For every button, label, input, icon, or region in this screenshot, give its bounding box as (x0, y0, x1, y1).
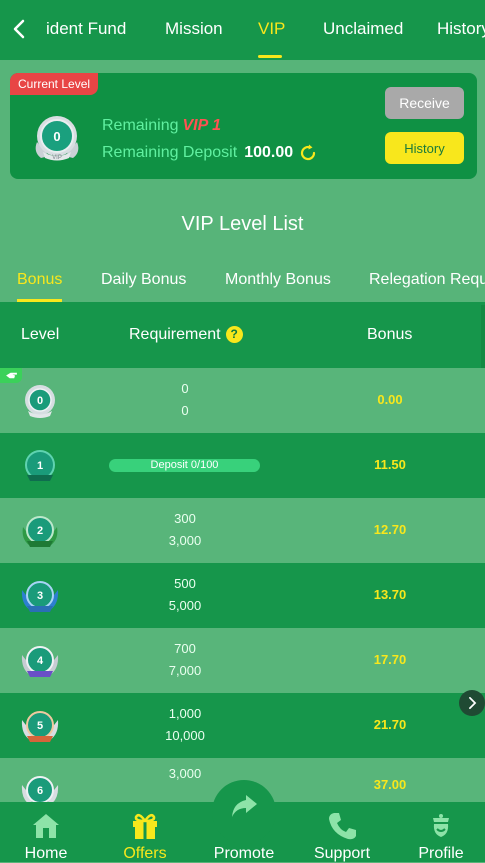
deposit-progress-bar: Deposit 0/100 (109, 459, 260, 472)
vip-level-table: 0 00 0.00 1 Deposit 0/100 11.50 2 300 3,0… (0, 368, 485, 803)
gift-icon (133, 813, 157, 839)
requirement-cell: 700 7,000 (168, 641, 202, 678)
chevron-left-icon (13, 19, 25, 39)
nav-support[interactable]: Support (302, 802, 382, 862)
remaining-deposit-label: Remaining Deposit (102, 144, 238, 161)
remaining-deposit-value: 100.00 (244, 144, 294, 161)
svg-text:6: 6 (37, 785, 43, 797)
table-row: 2 300 3,000 12.70 (0, 498, 485, 563)
subtab-bonus[interactable]: Bonus (17, 271, 62, 289)
bonus-cell: 12.70 (373, 522, 407, 537)
table-row: 1 Deposit 0/100 11.50 (0, 433, 485, 498)
nav-support-label: Support (313, 845, 371, 862)
back-button[interactable] (8, 14, 30, 44)
svg-text:1: 1 (37, 460, 43, 472)
tab-vip[interactable]: VIP (258, 19, 285, 39)
svg-text:3: 3 (37, 590, 43, 602)
svg-text:0: 0 (53, 129, 60, 144)
bonus-cell: 0.00 (377, 392, 403, 407)
vip-6-medal-icon: 6 (21, 776, 59, 803)
history-button[interactable]: History (385, 132, 464, 164)
nav-home[interactable]: Home (6, 802, 86, 862)
svg-text:2: 2 (37, 525, 43, 537)
vip-0-medal-icon: 0 (25, 385, 55, 418)
bonus-cell: 13.70 (373, 587, 407, 602)
active-tab-underline (258, 55, 282, 58)
current-level-hand-icon (0, 368, 22, 383)
nav-profile-label: Profile (418, 845, 464, 862)
nav-profile[interactable]: Profile (401, 802, 481, 862)
tab-provident-fund[interactable]: ident Fund (46, 19, 126, 39)
top-tabs: ident Fund Mission VIP Unclaimed History (40, 0, 485, 60)
nav-offers-label: Offers (123, 845, 167, 862)
profile-icon (433, 814, 449, 837)
requirement-cell: 3,000 (168, 766, 202, 781)
remaining-deposit-line: Remaining Deposit 100.00 (102, 143, 318, 163)
table-row: 0 00 0.00 (0, 368, 485, 433)
col-level-header: Level (21, 326, 60, 343)
requirement-cell: 300 3,000 (168, 511, 202, 548)
bonus-cell: 11.50 (374, 457, 406, 472)
receive-button[interactable]: Receive (385, 87, 464, 119)
vip-3-medal-icon: 3 (21, 581, 59, 612)
current-level-card: Current Level 0 VIP Remaining VIP 1 Remai… (10, 73, 477, 179)
top-tab-bar: ident Fund Mission VIP Unclaimed History (0, 0, 485, 60)
phone-icon (329, 813, 356, 840)
nav-offers[interactable]: Offers (105, 802, 185, 862)
tab-history[interactable]: History (437, 19, 485, 39)
subtab-daily-bonus[interactable]: Daily Bonus (101, 271, 186, 289)
requirement-cell: 500 5,000 (168, 576, 202, 613)
svg-text:VIP: VIP (52, 155, 62, 161)
vip-5-medal-icon: 5 (21, 711, 59, 742)
refresh-icon[interactable] (298, 143, 318, 163)
vip-2-medal-icon: 2 (22, 516, 58, 547)
vip-1-medal-icon: 1 (25, 450, 55, 481)
nav-promote[interactable]: Promote (204, 795, 284, 862)
col-requirement-header: Requirement? (129, 326, 243, 344)
table-row: 3 500 5,000 13.70 (0, 563, 485, 628)
table-row: 5 1,000 10,000 21.70 (0, 693, 485, 758)
chevron-right-icon (468, 697, 476, 709)
svg-text:0: 0 (37, 395, 43, 407)
remaining-label: Remaining (102, 117, 179, 134)
vip-4-medal-icon: 4 (21, 646, 59, 677)
remaining-vip-value: VIP 1 (182, 117, 222, 134)
tab-unclaimed[interactable]: Unclaimed (323, 19, 403, 39)
requirement-cell: 00 (181, 381, 189, 418)
vip-0-medal-icon: 0 VIP (35, 116, 79, 161)
vip-level-list-title: VIP Level List (181, 213, 304, 235)
bonus-sub-tabs: Bonus Daily Bonus Monthly Bonus Relegati… (0, 268, 485, 302)
nav-promote-label: Promote (213, 845, 275, 862)
col-bonus-header: Bonus (367, 326, 413, 343)
subtab-relegation-requirement[interactable]: Relegation Requ (369, 271, 485, 289)
current-level-badge: Current Level (10, 73, 99, 95)
tab-mission[interactable]: Mission (165, 19, 223, 39)
svg-text:5: 5 (37, 720, 43, 732)
help-icon[interactable]: ? (225, 326, 243, 344)
bonus-cell: 17.70 (373, 652, 407, 667)
share-arrow-icon (232, 795, 257, 817)
table-row: 4 700 7,000 17.70 (0, 628, 485, 693)
bonus-cell: 37.00 (373, 777, 407, 792)
nav-home-label: Home (24, 845, 68, 862)
scroll-right-button[interactable] (459, 690, 485, 716)
table-header: Level Requirement? Bonus (0, 302, 485, 368)
svg-text:4: 4 (37, 655, 44, 667)
subtab-monthly-bonus[interactable]: Monthly Bonus (225, 271, 331, 289)
remaining-vip-line: Remaining VIP 1 (102, 117, 221, 135)
bonus-cell: 21.70 (373, 717, 407, 732)
requirement-cell: 1,000 10,000 (165, 706, 205, 743)
home-icon (33, 814, 59, 838)
